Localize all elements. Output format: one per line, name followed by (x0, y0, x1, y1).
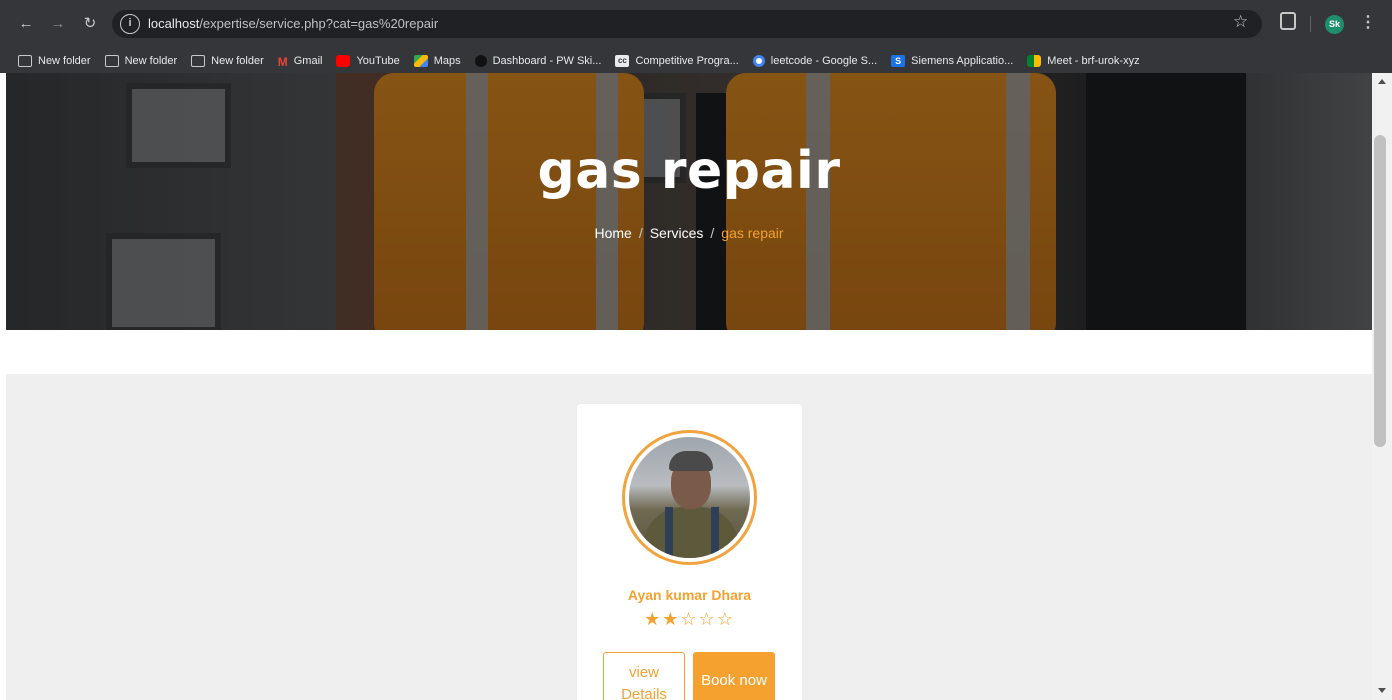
scroll-thumb[interactable] (1374, 135, 1386, 447)
info-icon[interactable]: i (120, 14, 140, 34)
folder-icon (191, 54, 206, 67)
view-details-button[interactable]: view Details (603, 652, 685, 700)
breadcrumb-current: gas repair (721, 225, 784, 241)
bookmark-item[interactable]: M Gmail (277, 54, 323, 69)
url-host: localhost (148, 16, 200, 31)
breadcrumb: Home / Services / gas repair (6, 225, 1372, 241)
scroll-up-arrow-icon[interactable] (1378, 79, 1386, 84)
worker-photo (629, 437, 750, 558)
gmail-icon: M (277, 54, 288, 69)
bookmark-item[interactable]: YouTube (336, 54, 400, 67)
menu-dots-icon[interactable]: ⋮ (1360, 12, 1376, 32)
back-arrow-icon[interactable]: ← (16, 12, 36, 36)
breadcrumb-home[interactable]: Home (594, 225, 631, 241)
youtube-icon (336, 54, 351, 67)
bookmark-label: Competitive Progra... (635, 54, 739, 67)
breadcrumb-separator: / (638, 225, 643, 241)
pw-icon (474, 54, 487, 67)
extensions-icon[interactable] (1280, 12, 1296, 30)
star-filled-icon: ★★ (644, 609, 681, 629)
photo-body (643, 507, 739, 558)
star-empty-icon: ☆☆☆ (680, 609, 735, 629)
bookmark-item[interactable]: New folder (191, 54, 264, 67)
bookmark-item[interactable]: New folder (18, 54, 91, 67)
bookmark-label: Maps (433, 54, 461, 67)
bookmarks-bar: New folder New folder New folder M Gmail YouT… (0, 48, 1392, 73)
bookmark-label: New folder (124, 54, 178, 67)
page-viewport: gas repair Home / Services / gas repair Ayan… (6, 73, 1372, 700)
bookmark-label: Dashboard - PW Ski... (492, 54, 602, 67)
breadcrumb-services[interactable]: Services (650, 225, 704, 241)
forward-arrow-icon[interactable]: → (48, 12, 68, 36)
bookmark-star-icon[interactable]: ☆ (1233, 12, 1248, 32)
folder-icon (104, 54, 119, 67)
url-text[interactable]: localhost/expertise/service.php?cat=gas%… (148, 16, 438, 31)
bookmark-item[interactable]: cc Competitive Progra... (615, 54, 739, 67)
photo-cap (669, 451, 713, 471)
page-title: gas repair (537, 141, 841, 201)
worker-avatar (622, 430, 757, 565)
bookmark-item[interactable]: S Siemens Applicatio... (891, 54, 1014, 67)
worker-card: Ayan kumar Dhara ★★☆☆☆ view Details Book… (577, 404, 802, 700)
services-section: Ayan kumar Dhara ★★☆☆☆ view Details Book… (6, 374, 1372, 700)
folder-icon (18, 54, 32, 67)
hero-banner: gas repair Home / Services / gas repair (6, 73, 1372, 330)
bookmark-item[interactable]: Meet - brf-urok-xyz (1027, 54, 1140, 67)
bookmark-label: Meet - brf-urok-xyz (1047, 54, 1140, 67)
scroll-down-arrow-icon[interactable] (1378, 688, 1386, 693)
photo-strap (711, 507, 719, 557)
photo-strap (665, 507, 673, 557)
cc-icon: cc (615, 54, 630, 67)
hero-overlay (6, 73, 1372, 330)
bookmark-label: New folder (38, 54, 91, 67)
reload-icon[interactable]: ↻ (80, 12, 100, 36)
bookmark-label: leetcode - Google S... (770, 54, 878, 67)
address-bar[interactable]: i localhost/expertise/service.php?cat=ga… (112, 10, 1262, 38)
worker-name[interactable]: Ayan kumar Dhara (577, 587, 802, 603)
siemens-icon: S (891, 54, 906, 67)
url-path: /expertise/service.php?cat=gas%20repair (199, 16, 439, 31)
bookmark-item[interactable]: leetcode - Google S... (752, 54, 878, 67)
google-icon (752, 54, 765, 67)
bookmark-item[interactable]: New folder (104, 54, 178, 67)
browser-toolbar: ← → ↻ i localhost/expertise/service.php?… (0, 0, 1392, 48)
toolbar-divider (1310, 16, 1311, 32)
bookmark-label: YouTube (356, 54, 400, 67)
breadcrumb-separator: / (710, 225, 715, 241)
star-rating: ★★☆☆☆ (577, 609, 802, 630)
meet-icon (1027, 54, 1042, 67)
page-scrollbar[interactable] (1372, 73, 1392, 700)
bookmark-item[interactable]: Maps (413, 54, 461, 67)
bookmark-label: Gmail (293, 54, 323, 67)
bookmark-item[interactable]: Dashboard - PW Ski... (474, 54, 602, 67)
profile-avatar[interactable]: Sk (1325, 15, 1344, 34)
maps-icon (413, 54, 428, 67)
bookmark-label: Siemens Applicatio... (911, 54, 1014, 67)
book-now-button[interactable]: Book now (693, 652, 775, 700)
bookmark-label: New folder (211, 54, 264, 67)
